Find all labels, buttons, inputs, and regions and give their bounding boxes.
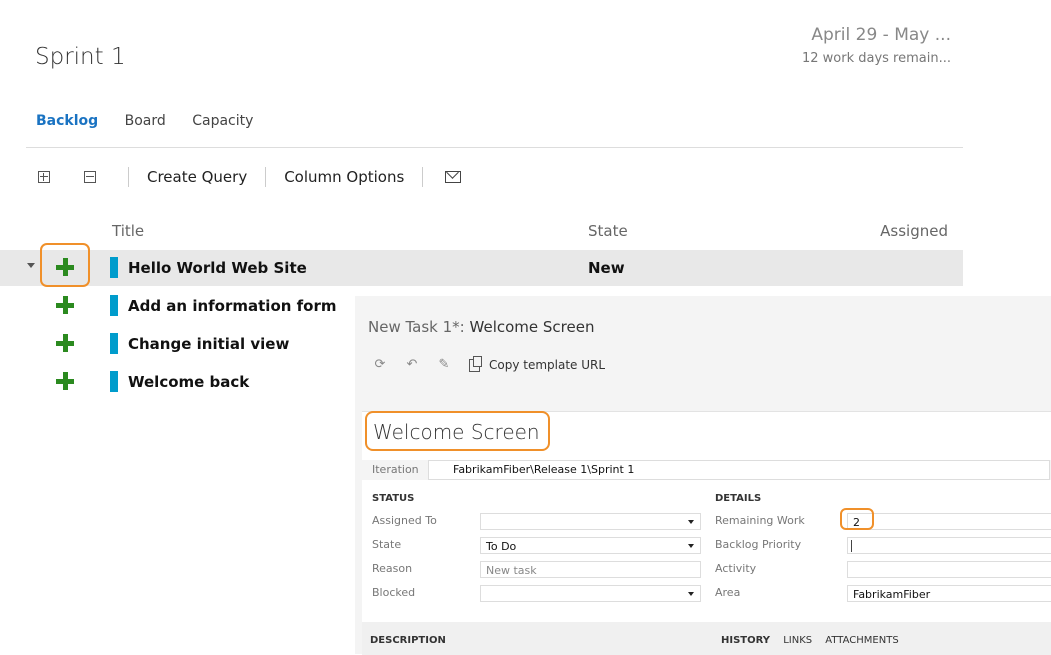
work-days-remaining: 12 work days remain... [801, 51, 951, 66]
copy-template-url-button[interactable]: Copy template URL [489, 358, 605, 372]
row-title[interactable]: Change initial view [128, 335, 289, 353]
row-state: New [588, 259, 625, 277]
blocked-dropdown[interactable] [480, 585, 701, 602]
add-task-plus-icon[interactable] [56, 334, 74, 352]
plus-highlight-callout [40, 243, 90, 287]
iteration-label: Iteration [372, 463, 419, 476]
tab-links[interactable]: LINKS [783, 635, 812, 646]
toolbar-divider [422, 167, 424, 187]
tab-history[interactable]: HISTORY [721, 635, 770, 646]
work-item-form: Welcome Screen Iteration FabrikamFiber\R… [362, 411, 1051, 655]
remaining-work-highlight-callout [840, 508, 874, 530]
toolbar-divider [265, 167, 267, 187]
add-task-plus-icon[interactable] [56, 296, 74, 314]
work-item-color-bar [110, 257, 118, 278]
chevron-down-icon[interactable] [688, 520, 694, 524]
clear-icon[interactable]: ✎ [437, 358, 451, 372]
new-task-dialog: New Task 1*: Welcome Screen ⟳ ↶ ✎ Copy t… [355, 296, 1051, 655]
tab-board[interactable]: Board [125, 113, 166, 129]
dialog-title: New Task 1*: Welcome Screen [368, 318, 594, 336]
reason-label: Reason [372, 562, 413, 575]
copy-icon[interactable] [469, 355, 482, 372]
reason-field[interactable]: New task [480, 561, 701, 578]
assigned-to-label: Assigned To [372, 514, 437, 527]
status-section-header: STATUS [372, 493, 415, 504]
backlog-priority-field[interactable] [847, 537, 1051, 554]
column-header-state[interactable]: State [588, 222, 628, 240]
details-section-header: DETAILS [715, 493, 762, 504]
area-field[interactable]: FabrikamFiber [847, 585, 1051, 602]
toolbar-divider [128, 167, 129, 187]
row-title[interactable]: Add an information form [128, 297, 337, 315]
bottom-tabs: HISTORY LINKS ATTACHMENTS [721, 635, 909, 646]
dialog-title-name: Welcome Screen [469, 318, 595, 336]
bottom-band [362, 622, 1051, 655]
iteration-row: Iteration FabrikamFiber\Release 1\Sprint… [362, 460, 1051, 480]
refresh-icon[interactable]: ⟳ [373, 358, 387, 372]
state-label: State [372, 538, 402, 551]
collapse-caret-icon[interactable] [27, 263, 35, 268]
tab-attachments[interactable]: ATTACHMENTS [825, 635, 898, 646]
work-item-color-bar [110, 333, 118, 354]
create-query-button[interactable]: Create Query [147, 168, 247, 186]
collapse-all-icon[interactable] [84, 171, 96, 183]
dialog-toolbar: ⟳ ↶ ✎ Copy template URL [373, 355, 605, 372]
state-dropdown[interactable]: To Do [480, 537, 701, 554]
remaining-work-field[interactable]: 2 [847, 513, 1051, 530]
activity-label: Activity [715, 562, 757, 575]
activity-field[interactable] [847, 561, 1051, 578]
chevron-down-icon[interactable] [688, 592, 694, 596]
reason-value: New task [486, 564, 537, 577]
area-label: Area [715, 586, 741, 599]
add-task-plus-icon[interactable] [56, 372, 74, 390]
email-icon[interactable] [445, 171, 462, 183]
expand-all-icon[interactable] [38, 171, 50, 183]
area-value: FabrikamFiber [853, 588, 931, 601]
undo-icon[interactable]: ↶ [405, 358, 419, 372]
state-value: To Do [486, 540, 517, 553]
text-cursor [851, 540, 852, 552]
column-header-assigned[interactable]: Assigned [880, 222, 948, 240]
table-row[interactable]: Hello World Web Site New [0, 250, 963, 286]
sprint-date-range: April 29 - May ... [811, 25, 951, 45]
description-section-header: DESCRIPTION [370, 635, 446, 646]
column-options-button[interactable]: Column Options [284, 168, 404, 186]
blocked-label: Blocked [372, 586, 416, 599]
work-item-color-bar [110, 295, 118, 316]
chevron-down-icon[interactable] [688, 544, 694, 548]
iteration-value: FabrikamFiber\Release 1\Sprint 1 [453, 463, 635, 476]
backlog-tabs: Backlog Board Capacity [36, 113, 275, 129]
tab-capacity[interactable]: Capacity [192, 113, 253, 129]
title-highlight-callout [365, 411, 550, 451]
row-title[interactable]: Welcome back [128, 373, 249, 391]
column-header-title[interactable]: Title [112, 222, 144, 240]
tab-backlog[interactable]: Backlog [36, 113, 98, 129]
assigned-to-dropdown[interactable] [480, 513, 701, 530]
dialog-title-prefix: New Task 1*: [368, 318, 465, 336]
backlog-priority-label: Backlog Priority [715, 538, 802, 551]
backlog-toolbar: Create Query Column Options [26, 147, 963, 206]
iteration-field[interactable]: FabrikamFiber\Release 1\Sprint 1 [428, 460, 1050, 480]
row-title[interactable]: Hello World Web Site [128, 259, 307, 277]
sprint-title: Sprint 1 [35, 44, 126, 70]
work-item-color-bar [110, 371, 118, 392]
remaining-work-label: Remaining Work [715, 514, 805, 527]
